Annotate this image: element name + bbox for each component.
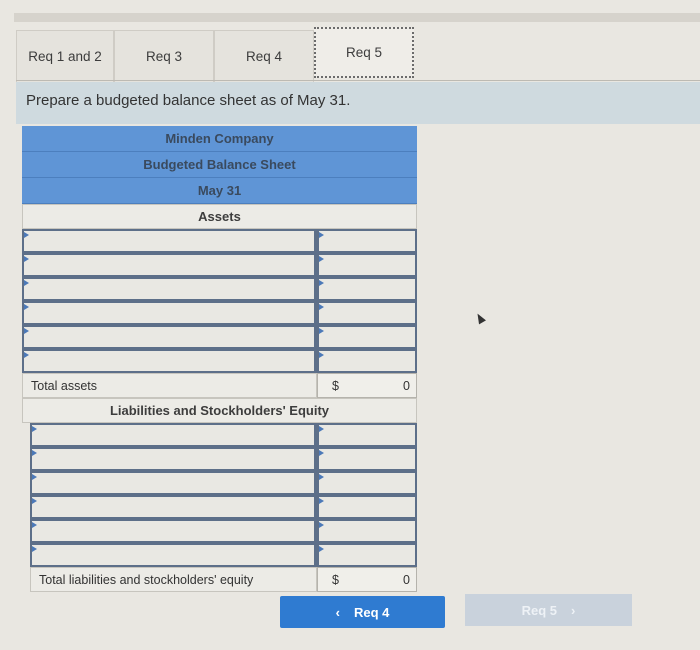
liability-row <box>30 519 417 543</box>
asset-row <box>22 349 417 373</box>
asset-account-dropdown[interactable] <box>22 325 317 349</box>
liability-rows <box>30 423 417 567</box>
asset-amount-input[interactable] <box>317 253 417 277</box>
liability-account-dropdown[interactable] <box>30 495 317 519</box>
chevron-right-icon: › <box>571 602 576 618</box>
asset-account-dropdown[interactable] <box>22 253 317 277</box>
prev-req-4-button[interactable]: ‹ Req 4 <box>280 596 445 628</box>
asset-amount-input[interactable] <box>317 229 417 253</box>
asset-amount-input[interactable] <box>317 301 417 325</box>
liability-account-dropdown[interactable] <box>30 447 317 471</box>
liability-row <box>30 471 417 495</box>
currency-symbol: $ <box>332 572 339 587</box>
total-liabilities-amount: 0 <box>403 572 410 587</box>
next-req-5-button[interactable]: Req 5 › <box>465 594 632 626</box>
liability-account-dropdown[interactable] <box>30 519 317 543</box>
liability-row <box>30 543 417 567</box>
sheet-date: May 31 <box>22 178 417 204</box>
total-liabilities-value: $ 0 <box>317 567 417 592</box>
total-assets-value: $ 0 <box>317 373 417 398</box>
prev-button-label: Req 4 <box>353 604 390 620</box>
liabilities-heading: Liabilities and Stockholders' Equity <box>22 398 417 423</box>
asset-row <box>22 253 417 277</box>
total-liabilities-row: Total liabilities and stockholders' equi… <box>30 567 417 592</box>
asset-amount-input[interactable] <box>317 325 417 349</box>
total-assets-row: Total assets $ 0 <box>22 373 417 398</box>
tab-divider <box>16 80 700 81</box>
asset-amount-input[interactable] <box>317 277 417 301</box>
asset-row <box>22 325 417 349</box>
asset-account-dropdown[interactable] <box>22 301 317 325</box>
tab-req-4[interactable]: Req 4 <box>214 30 314 83</box>
liability-row <box>30 495 417 519</box>
liability-amount-input[interactable] <box>317 495 417 519</box>
assets-heading: Assets <box>22 204 417 229</box>
currency-symbol: $ <box>332 378 339 393</box>
asset-account-dropdown[interactable] <box>22 229 317 253</box>
liability-account-dropdown[interactable] <box>30 543 317 567</box>
top-bar <box>14 13 700 22</box>
liability-amount-input[interactable] <box>317 423 417 447</box>
total-assets-amount: 0 <box>403 378 410 393</box>
tab-req-1-and-2[interactable]: Req 1 and 2 <box>16 30 114 83</box>
total-assets-label: Total assets <box>22 373 317 398</box>
requirement-tabs: Req 1 and 2 Req 3 Req 4 Req 5 <box>16 27 414 83</box>
asset-rows <box>22 229 417 373</box>
asset-row <box>22 277 417 301</box>
liability-account-dropdown[interactable] <box>30 471 317 495</box>
asset-amount-input[interactable] <box>317 349 417 373</box>
asset-account-dropdown[interactable] <box>22 349 317 373</box>
asset-row <box>22 229 417 253</box>
tab-req-5[interactable]: Req 5 <box>314 27 414 78</box>
balance-sheet: Minden Company Budgeted Balance Sheet Ma… <box>22 126 417 592</box>
company-name: Minden Company <box>22 126 417 152</box>
next-button-label: Req 5 <box>521 602 558 618</box>
mouse-cursor-icon <box>474 311 486 325</box>
sheet-title: Budgeted Balance Sheet <box>22 152 417 178</box>
asset-row <box>22 301 417 325</box>
liability-account-dropdown[interactable] <box>30 423 317 447</box>
liability-amount-input[interactable] <box>317 471 417 495</box>
liability-amount-input[interactable] <box>317 519 417 543</box>
tab-req-3[interactable]: Req 3 <box>114 30 214 83</box>
liability-amount-input[interactable] <box>317 447 417 471</box>
liability-amount-input[interactable] <box>317 543 417 567</box>
total-liabilities-label: Total liabilities and stockholders' equi… <box>30 567 317 592</box>
chevron-left-icon: ‹ <box>335 604 340 620</box>
liability-row <box>30 423 417 447</box>
asset-account-dropdown[interactable] <box>22 277 317 301</box>
liability-row <box>30 447 417 471</box>
instruction-text: Prepare a budgeted balance sheet as of M… <box>16 82 700 124</box>
